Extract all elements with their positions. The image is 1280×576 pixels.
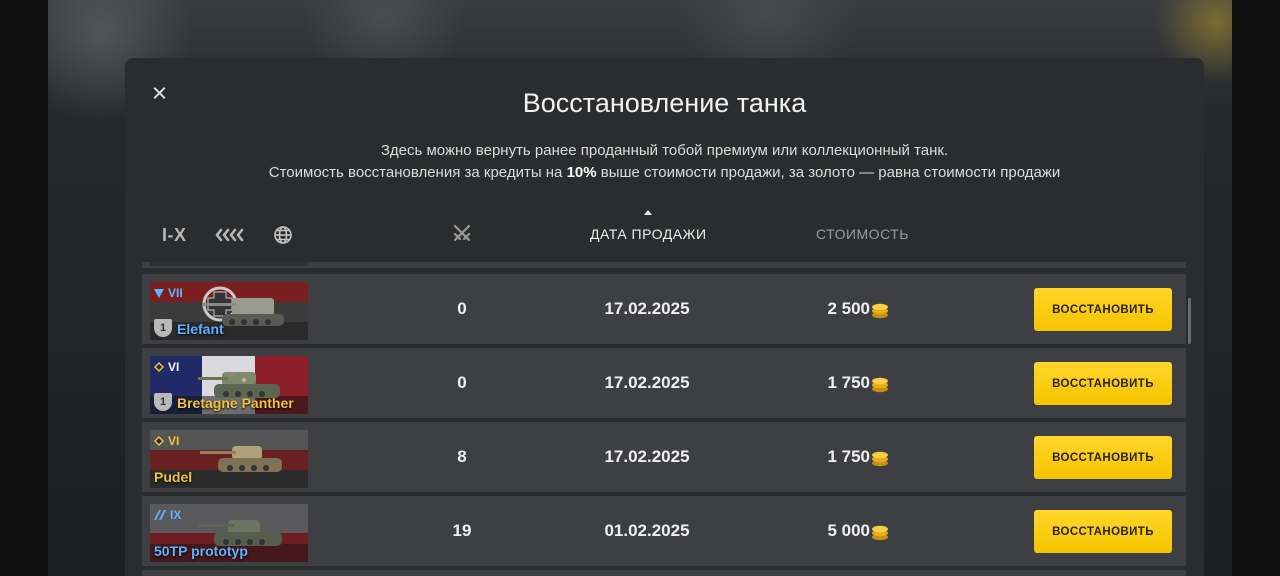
tier-number: IX [170, 508, 182, 522]
battles-count: 8 [457, 447, 467, 466]
sort-arrow-icon [644, 210, 652, 215]
td-icon [154, 288, 164, 298]
gold-icon [872, 303, 888, 319]
globe-icon[interactable] [273, 222, 293, 248]
description-line-1: Здесь можно вернуть ранее проданный тобо… [380, 142, 949, 159]
nation-filter-icon[interactable] [214, 222, 244, 248]
restore-button[interactable]: ВОССТАНОВИТЬ [1034, 362, 1172, 405]
tank-card[interactable]: VI 1 Bretagne Panther [150, 356, 308, 414]
tank-name: 50TP prototyp [154, 543, 248, 559]
tier-label: VI [154, 434, 179, 448]
dialog-description: Здесь можно вернуть ранее проданный тобо… [125, 140, 1204, 184]
tier-number: VI [168, 360, 180, 374]
tier-filter-button[interactable]: I-X [162, 222, 187, 248]
tank-name: Pudel [154, 469, 193, 485]
column-cost[interactable]: СТОИМОСТЬ [816, 226, 909, 242]
tank-list: VII 1 Elefant 0 17.02.2025 2 500 ВОССТАН… [142, 262, 1186, 576]
battles-count: 0 [457, 373, 467, 392]
description-text: Стоимость восстановления за кредиты на [268, 164, 567, 181]
row-divider [142, 492, 1186, 494]
crossed-swords-icon[interactable] [451, 222, 473, 247]
battles-count: 0 [457, 299, 467, 318]
row-divider [142, 344, 1186, 346]
battles-count: 19 [452, 521, 472, 540]
sale-date: 17.02.2025 [604, 447, 690, 466]
scrollbar[interactable] [1188, 298, 1191, 344]
table-row: VII 1 Elefant 0 17.02.2025 2 500 ВОССТАН… [142, 274, 1186, 346]
row-divider [142, 566, 1186, 568]
tank-name: Elefant [177, 321, 224, 337]
table-row-partial [142, 262, 1186, 268]
tier-number: VI [168, 434, 180, 448]
screen-edge-right [1232, 0, 1280, 576]
gold-icon [872, 451, 888, 467]
mastery-badge-icon: 1 [154, 393, 172, 411]
tank-card[interactable]: VII 1 Elefant [150, 282, 308, 340]
gold-icon [872, 377, 888, 393]
description-percent: 10% [566, 164, 597, 181]
tier-label: IX [154, 508, 181, 522]
tank-card[interactable]: IX 50TP prototyp [150, 504, 308, 562]
tank-name: Bretagne Panther [177, 395, 294, 411]
column-sale-date[interactable]: ДАТА ПРОДАЖИ [590, 226, 707, 242]
table-header: I-X ДАТА ПРОДАЖИ СТОИМОСТЬ [125, 208, 1204, 264]
table-row: VI Pudel 8 17.02.2025 1 750 ВОССТАНОВИТЬ [142, 422, 1186, 494]
tier-label: VII [154, 286, 183, 300]
medium-tank-icon [154, 362, 164, 372]
medium-tank-icon [154, 436, 164, 446]
sale-date: 01.02.2025 [604, 521, 690, 540]
table-row-partial [142, 570, 1186, 576]
restore-button[interactable]: ВОССТАНОВИТЬ [1034, 510, 1172, 553]
heavy-tank-icon [154, 510, 166, 520]
restore-button[interactable]: ВОССТАНОВИТЬ [1034, 288, 1172, 331]
gold-icon [872, 525, 888, 541]
screen-edge-left [0, 0, 48, 576]
dialog-title: Восстановление танка [522, 88, 807, 118]
restore-button[interactable]: ВОССТАНОВИТЬ [1034, 436, 1172, 479]
tank-image [200, 446, 282, 472]
description-text: выше стоимости продажи, за золото — равн… [596, 164, 1061, 181]
description-line-2: Стоимость восстановления за кредиты на 1… [125, 162, 1204, 184]
sale-date: 17.02.2025 [604, 373, 690, 392]
tier-number: VII [168, 286, 183, 300]
restore-tank-dialog: Восстановление танка Здесь можно вернуть… [125, 58, 1204, 576]
row-divider [142, 418, 1186, 420]
sale-date: 17.02.2025 [604, 299, 690, 318]
tier-label: VI [154, 360, 179, 374]
table-row: VI 1 Bretagne Panther 0 17.02.2025 1 750… [142, 348, 1186, 420]
tank-card[interactable]: VI Pudel [150, 430, 308, 488]
mastery-badge-icon: 1 [154, 319, 172, 337]
table-row: IX 50TP prototyp 19 01.02.2025 5 000 ВОС… [142, 496, 1186, 568]
